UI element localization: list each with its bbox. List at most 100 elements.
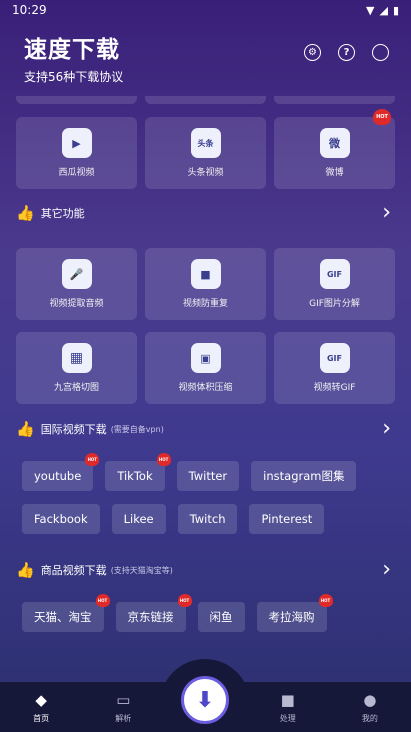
- tile-gif-split[interactable]: GIF GIF图片分解: [274, 248, 395, 320]
- hot-badge: HOT: [95, 594, 110, 607]
- grid-icon: ▦: [61, 343, 92, 373]
- partial-tile[interactable]: [274, 96, 395, 104]
- tile-label: 视频提取音频: [49, 299, 104, 309]
- chip-label: 天猫、淘宝: [34, 610, 92, 624]
- chip-kaola[interactable]: HOT 考拉海购: [256, 594, 333, 632]
- chevron-right-icon[interactable]: ›: [382, 202, 391, 224]
- chip-twitch[interactable]: Twitch: [177, 504, 238, 534]
- gif-icon: GIF: [319, 259, 350, 289]
- partial-tile[interactable]: [145, 96, 266, 104]
- app-header: 速度下载 支持56种下载协议 ⚙ ?: [24, 30, 395, 84]
- section-title: 商品视频下载: [40, 564, 107, 577]
- signal-icon: ◢: [379, 3, 388, 17]
- chip-youtube[interactable]: HOT youtube: [22, 453, 100, 491]
- chip-label: Fackbook: [34, 512, 88, 526]
- nav-label: 处理: [279, 713, 296, 723]
- wifi-icon: ▼: [366, 3, 375, 17]
- download-button[interactable]: ⬇: [181, 676, 229, 724]
- search-icon[interactable]: [372, 44, 389, 61]
- intl-chips-row2: Fackbook Likee Twitch Pinterest: [22, 504, 395, 534]
- chip-label: Twitter: [188, 469, 228, 483]
- chip-label: TikTok: [117, 469, 153, 483]
- mic-icon: 🎤: [61, 259, 92, 289]
- toutiao-icon: 头条: [190, 128, 221, 158]
- partial-tile[interactable]: [16, 96, 137, 104]
- chip-jd[interactable]: HOT 京东链接: [115, 594, 192, 632]
- tile-extract-audio[interactable]: 🎤 视频提取音频: [16, 248, 137, 320]
- user-icon: ●: [363, 690, 377, 709]
- tile-anti-duplicate[interactable]: ■ 视频防重复: [145, 248, 266, 320]
- tile-label: 视频防重复: [182, 299, 228, 309]
- chip-tmall-taobao[interactable]: HOT 天猫、淘宝: [22, 594, 110, 632]
- status-bar: 10:29 ▼ ◢ ▮: [0, 0, 411, 20]
- tile-label: 九宫格切图: [53, 383, 99, 393]
- chip-label: youtube: [34, 469, 82, 483]
- chip-pinterest[interactable]: Pinterest: [249, 504, 325, 534]
- help-icon[interactable]: ?: [338, 44, 355, 61]
- status-icons: ▼ ◢ ▮: [366, 3, 399, 17]
- chip-label: instagram图集: [263, 469, 345, 483]
- app-subtitle: 支持56种下载协议: [24, 70, 124, 84]
- nav-label: 解析: [115, 713, 132, 723]
- partial-tile-row: [16, 96, 395, 104]
- chip-likee[interactable]: Likee: [111, 504, 166, 534]
- hot-badge: HOT: [156, 453, 171, 466]
- tile-label: 西瓜视频: [58, 168, 95, 178]
- section-title: 国际视频下载: [40, 423, 107, 436]
- download-icon: ⬇: [195, 687, 215, 713]
- nav-label: 我的: [361, 713, 378, 723]
- tile-xigua[interactable]: ▶ 西瓜视频: [16, 117, 137, 189]
- thumbs-up-icon: 👍: [16, 420, 35, 438]
- settings-icon[interactable]: ⚙: [304, 44, 321, 61]
- chevron-right-icon[interactable]: ›: [382, 418, 391, 440]
- section-title: 其它功能: [40, 207, 85, 220]
- chip-label: 闲鱼: [209, 610, 233, 624]
- tile-grid-cut[interactable]: ▦ 九宫格切图: [16, 332, 137, 404]
- tile-weibo[interactable]: HOT 微 微博: [274, 109, 395, 189]
- chip-instagram[interactable]: instagram图集: [251, 461, 357, 491]
- battery-icon: ▮: [392, 3, 399, 17]
- folder-icon: ▭: [116, 690, 131, 709]
- nav-parse[interactable]: ▭ 解析: [82, 682, 164, 732]
- tools-grid-row2: ▦ 九宫格切图 ▣ 视频体积压缩 GIF 视频转GIF: [16, 332, 395, 404]
- status-time: 10:29: [12, 3, 47, 17]
- nav-home[interactable]: ◆ 首页: [0, 682, 82, 732]
- hot-badge: HOT: [177, 594, 192, 607]
- tile-label: 视频转GIF: [313, 383, 356, 393]
- chip-xianyu[interactable]: 闲鱼: [197, 602, 245, 632]
- video-icon: ■: [280, 690, 295, 709]
- section-intl[interactable]: 👍 国际视频下载 (需要自备vpn) ›: [16, 417, 391, 441]
- nav-mine[interactable]: ● 我的: [329, 682, 411, 732]
- thumbs-up-icon: 👍: [16, 204, 35, 222]
- tile-toutiao[interactable]: 头条 头条视频: [145, 117, 266, 189]
- chip-twitter[interactable]: Twitter: [176, 461, 240, 491]
- section-hint: (需要自备vpn): [110, 424, 164, 434]
- section-shop[interactable]: 👍 商品视频下载 (支持天猫淘宝等) ›: [16, 558, 391, 582]
- video-camera-icon: ■: [190, 259, 221, 289]
- chip-label: 考拉海购: [268, 610, 315, 624]
- intl-chips-row1: HOT youtube HOT TikTok Twitter instagram图集: [22, 453, 395, 491]
- section-other[interactable]: 👍 其它功能 ›: [16, 201, 391, 225]
- tile-compress[interactable]: ▣ 视频体积压缩: [145, 332, 266, 404]
- chip-label: Pinterest: [261, 512, 313, 526]
- chip-label: 京东链接: [127, 610, 174, 624]
- chip-label: Likee: [123, 512, 154, 526]
- tile-label: 头条视频: [187, 168, 224, 178]
- hot-badge: HOT: [318, 594, 333, 607]
- tools-grid-row1: 🎤 视频提取音频 ■ 视频防重复 GIF GIF图片分解: [16, 248, 395, 320]
- gif-icon: GIF: [319, 343, 350, 373]
- thumbs-up-icon: 👍: [16, 561, 35, 579]
- cube-icon: ◆: [35, 690, 47, 709]
- tile-label: 微博: [325, 168, 344, 178]
- chip-facebook[interactable]: Fackbook: [22, 504, 100, 534]
- chevron-right-icon[interactable]: ›: [382, 559, 391, 581]
- hot-badge: HOT: [373, 109, 391, 125]
- chip-tiktok[interactable]: HOT TikTok: [105, 453, 171, 491]
- shop-chips: HOT 天猫、淘宝 HOT 京东链接 闲鱼 HOT 考拉海购: [22, 594, 395, 632]
- play-icon: ▶: [61, 128, 92, 158]
- tile-label: GIF图片分解: [309, 299, 360, 309]
- hot-badge: HOT: [85, 453, 100, 466]
- tile-to-gif[interactable]: GIF 视频转GIF: [274, 332, 395, 404]
- chip-label: Twitch: [189, 512, 226, 526]
- nav-process[interactable]: ■ 处理: [247, 682, 329, 732]
